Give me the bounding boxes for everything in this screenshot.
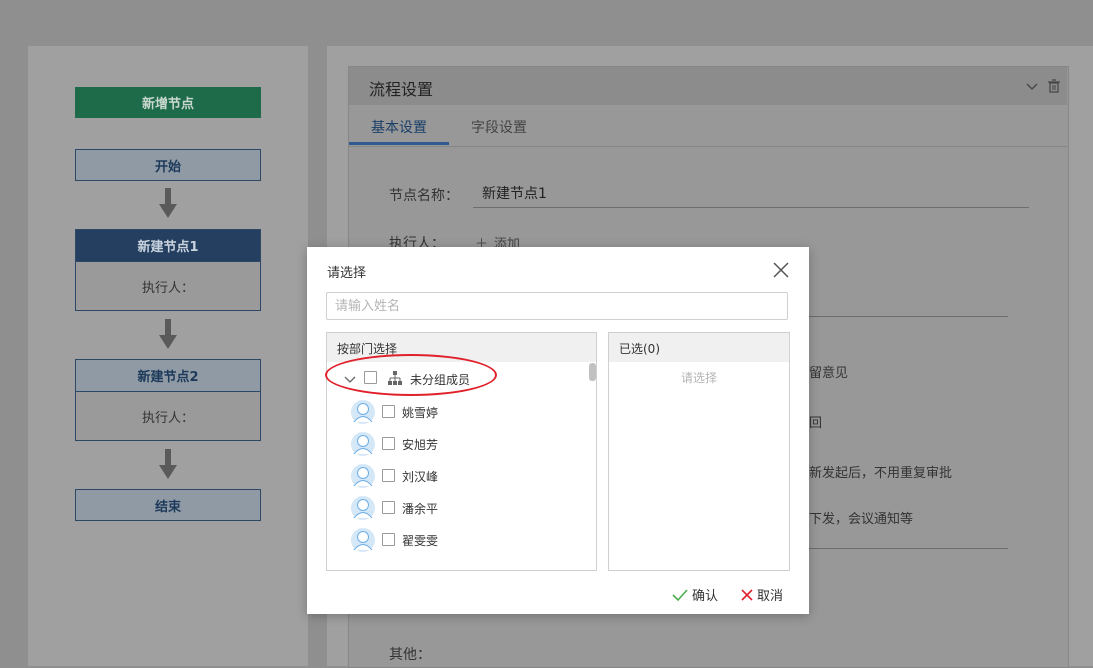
plus-icon: ＋ xyxy=(475,237,489,247)
trash-icon[interactable] xyxy=(1048,79,1060,93)
member-name: 潘余平 xyxy=(402,502,439,516)
member-checkbox[interactable] xyxy=(382,501,395,514)
selected-pane xyxy=(608,332,790,571)
option-text: 新发起后，不用重复审批 xyxy=(809,466,953,481)
member-checkbox[interactable] xyxy=(382,405,395,418)
name-search-input[interactable] xyxy=(326,292,788,320)
tab-basic-settings[interactable]: 基本设置 xyxy=(371,117,427,137)
add-executor-label: 添加 xyxy=(494,237,521,247)
executor-label: 执行人： xyxy=(389,236,445,247)
member-name: 刘汉峰 xyxy=(402,470,439,484)
flow-node-2-executor: 执行人： xyxy=(76,391,260,440)
member-name: 姚雪婷 xyxy=(402,406,439,420)
other-label: 其他： xyxy=(389,647,431,663)
settings-tabs xyxy=(349,106,1067,147)
divider xyxy=(808,548,1008,549)
group-checkbox[interactable] xyxy=(364,371,377,384)
flow-node-1-title: 新建节点1 xyxy=(76,230,260,261)
selected-count: 已选(0) xyxy=(619,342,660,356)
divider xyxy=(808,316,1008,317)
add-node-button[interactable]: 新增节点 xyxy=(75,87,261,118)
x-icon xyxy=(741,588,753,601)
group-label[interactable]: 未分组成员 xyxy=(410,371,470,388)
scrollbar-thumb[interactable] xyxy=(589,363,596,381)
avatar-icon xyxy=(351,528,375,552)
member-item[interactable]: 安旭芳 xyxy=(350,431,590,457)
flow-panel xyxy=(28,46,308,666)
department-pane-title: 按部门选择 xyxy=(337,342,398,356)
cancel-button[interactable]: 取消 xyxy=(741,585,783,604)
tab-active-indicator xyxy=(349,142,449,145)
org-tree-icon xyxy=(388,371,402,385)
member-name: 安旭芳 xyxy=(402,438,439,452)
flow-node-end[interactable]: 结束 xyxy=(75,489,261,521)
confirm-label: 确认 xyxy=(692,589,719,604)
flow-node-2-title: 新建节点2 xyxy=(76,360,260,391)
node-name-input[interactable]: 新建节点1 xyxy=(482,183,547,203)
node-name-label: 节点名称： xyxy=(389,188,459,204)
arrow-down-icon xyxy=(159,188,177,218)
avatar-icon xyxy=(351,432,375,456)
selected-empty-hint: 请选择 xyxy=(680,371,717,385)
avatar-icon xyxy=(351,496,375,520)
cancel-label: 取消 xyxy=(757,589,784,604)
member-item[interactable]: 姚雪婷 xyxy=(350,399,590,425)
add-executor-button[interactable]: ＋ 添加 xyxy=(475,233,520,247)
confirm-button[interactable]: 确认 xyxy=(672,585,718,604)
avatar-icon xyxy=(351,400,375,424)
flow-node-2[interactable]: 新建节点2 执行人： xyxy=(75,359,261,441)
option-text: 回 xyxy=(809,416,823,431)
arrow-down-icon xyxy=(159,319,177,349)
check-icon xyxy=(672,588,688,601)
member-checkbox[interactable] xyxy=(382,437,395,450)
option-text: 下发，会议通知等 xyxy=(809,512,914,527)
close-icon[interactable] xyxy=(770,259,792,281)
settings-card-header xyxy=(349,67,1067,105)
node-name-underline xyxy=(473,207,1029,208)
member-item[interactable]: 刘汉峰 xyxy=(350,463,590,489)
chevron-down-icon[interactable] xyxy=(343,374,357,386)
flow-node-1-executor: 执行人： xyxy=(76,261,260,310)
arrow-down-icon xyxy=(159,449,177,479)
avatar-icon xyxy=(351,464,375,488)
tab-field-settings[interactable]: 字段设置 xyxy=(471,117,527,137)
option-text: 留意见 xyxy=(809,366,849,381)
member-checkbox[interactable] xyxy=(382,469,395,482)
member-item[interactable]: 潘余平 xyxy=(350,495,590,521)
dialog-title: 请选择 xyxy=(327,266,367,281)
member-name: 翟雯雯 xyxy=(402,534,439,548)
member-item[interactable]: 翟雯雯 xyxy=(350,527,590,553)
settings-title: 流程设置 xyxy=(369,80,434,99)
chevron-down-icon[interactable] xyxy=(1026,80,1038,92)
member-checkbox[interactable] xyxy=(382,533,395,546)
flow-node-1[interactable]: 新建节点1 执行人： xyxy=(75,229,261,311)
flow-node-start[interactable]: 开始 xyxy=(75,149,261,181)
